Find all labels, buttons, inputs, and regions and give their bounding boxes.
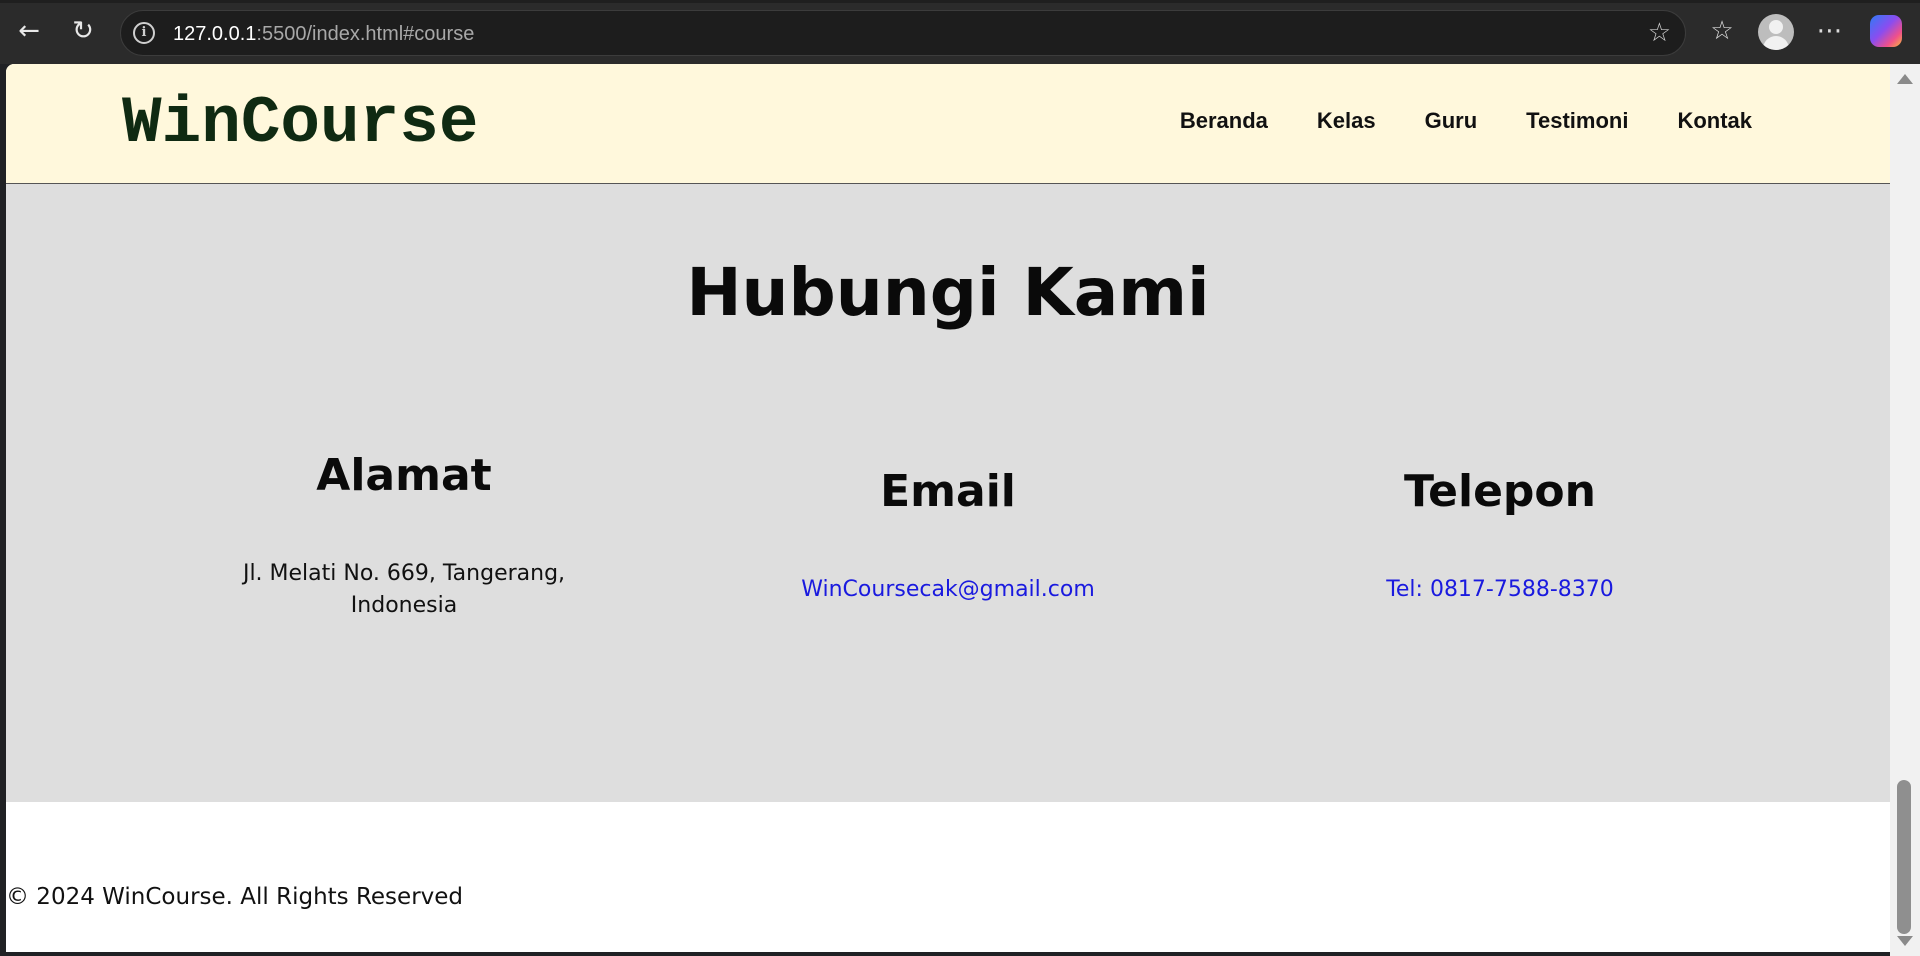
scroll-up-arrow-icon[interactable] bbox=[1897, 74, 1913, 84]
copilot-icon[interactable] bbox=[1870, 15, 1902, 47]
site-header: WinCourse Beranda Kelas Guru Testimoni K… bbox=[6, 64, 1890, 184]
phone-heading: Telepon bbox=[1404, 466, 1596, 517]
profile-icon[interactable] bbox=[1758, 14, 1794, 50]
url-text[interactable]: 127.0.0.1:5500/index.html#course bbox=[173, 23, 474, 46]
site-footer: © 2024 WinCourse. All Rights Reserved bbox=[6, 802, 1890, 952]
address-text: Jl. Melati No. 669, Tangerang, Indonesia bbox=[242, 561, 566, 618]
page-viewport: WinCourse Beranda Kelas Guru Testimoni K… bbox=[6, 64, 1890, 952]
nav-kelas[interactable]: Kelas bbox=[1317, 108, 1376, 134]
favorites-icon[interactable]: ☆ bbox=[1704, 12, 1740, 50]
reload-icon[interactable]: ↻ bbox=[66, 14, 100, 48]
phone-link[interactable]: Tel: 0817-7588-8370 bbox=[1386, 574, 1614, 606]
scroll-down-arrow-icon[interactable] bbox=[1897, 936, 1913, 946]
nav-testimoni[interactable]: Testimoni bbox=[1526, 108, 1628, 134]
email-link[interactable]: WinCoursecak@gmail.com bbox=[801, 574, 1095, 606]
scroll-thumb[interactable] bbox=[1897, 780, 1911, 934]
phone-column: Telepon Tel: 0817-7588-8370 bbox=[1250, 464, 1750, 606]
site-logo[interactable]: WinCourse bbox=[122, 86, 478, 161]
email-column: Email WinCoursecak@gmail.com bbox=[698, 464, 1198, 606]
section-title: Hubungi Kami bbox=[686, 254, 1210, 331]
url-host: 127.0.0.1 bbox=[173, 23, 257, 45]
more-icon[interactable]: ⋯ bbox=[1812, 12, 1848, 50]
address-bar[interactable]: i 127.0.0.1:5500/index.html#course ☆ bbox=[120, 10, 1686, 56]
info-icon[interactable]: i bbox=[133, 22, 155, 44]
page-scrollbar[interactable] bbox=[1890, 64, 1920, 956]
star-icon[interactable]: ☆ bbox=[1648, 19, 1671, 47]
nav-guru[interactable]: Guru bbox=[1425, 108, 1478, 134]
contact-section: Hubungi Kami Alamat Jl. Melati No. 669, … bbox=[6, 184, 1890, 802]
address-column: Alamat Jl. Melati No. 669, Tangerang, In… bbox=[154, 448, 654, 622]
tab-strip-edge bbox=[0, 0, 1920, 3]
nav-kontak[interactable]: Kontak bbox=[1677, 108, 1752, 134]
url-path: :5500/index.html#course bbox=[256, 23, 475, 45]
profile-head-shape bbox=[1769, 20, 1783, 34]
profile-body-shape bbox=[1763, 36, 1789, 50]
nav-beranda[interactable]: Beranda bbox=[1180, 108, 1268, 134]
browser-toolbar: ← ↻ i 127.0.0.1:5500/index.html#course ☆… bbox=[0, 0, 1920, 64]
main-nav: Beranda Kelas Guru Testimoni Kontak bbox=[1180, 108, 1752, 134]
copyright-text: © 2024 WinCourse. All Rights Reserved bbox=[6, 884, 464, 910]
email-heading: Email bbox=[880, 466, 1016, 517]
address-heading: Alamat bbox=[316, 450, 492, 501]
back-arrow-icon[interactable]: ← bbox=[12, 14, 46, 48]
